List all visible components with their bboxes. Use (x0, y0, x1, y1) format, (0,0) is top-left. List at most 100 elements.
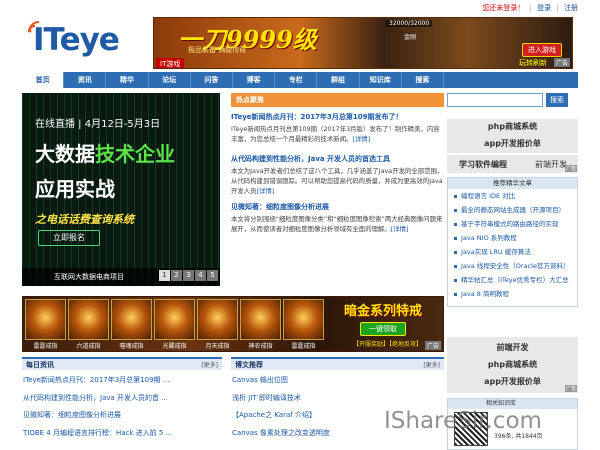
game-item-names: 雷霆戒指 六道戒指 噬魂戒指 光翼戒指 月天戒指 神农戒指 雷霆戒指 (25, 341, 324, 350)
right-ad-2[interactable]: 学习软件编程 前端开发 广告 (447, 155, 578, 173)
daily-news-title: 每日资讯 (26, 360, 54, 369)
hero-signup-button[interactable]: 立即报名 (38, 230, 100, 246)
hero-pager: 1 2 3 4 5 (159, 270, 218, 281)
hot-news-title[interactable]: 见微知著：细粒度图像分析进展 (231, 202, 444, 213)
hot-news-title[interactable]: ITeye新闻热点月刊：2017年3月总第109期发布了！ (231, 112, 444, 123)
list-item[interactable]: Java NIO 系列教程 (454, 234, 574, 243)
right-ad-3-line2: php商城系统 (487, 360, 538, 369)
hero-headline-1: 大数据技术企业 (35, 138, 175, 167)
right-ad-3-line1: 前端开发 (496, 343, 529, 352)
nav-item-qa[interactable]: 问答 (191, 72, 234, 88)
ad-label: 广告 (424, 341, 441, 350)
ad-subtitle: 极品装备 满级传奇 (188, 46, 247, 54)
recommended-link[interactable]: 精华帖汇总（ITeye优秀专栏）大汇总 (461, 276, 569, 285)
hot-news-title[interactable]: 从代码构建到性能分析，Java 开发人员的首选工具 (231, 154, 444, 165)
right-ad-1[interactable]: php商城系统 app开发报价单 (447, 119, 578, 153)
daily-news-more-link[interactable]: [更多] (201, 360, 218, 369)
recommended-link[interactable]: Java 8 简明教程 (461, 290, 509, 299)
nav-item-groups[interactable]: 群组 (317, 72, 360, 88)
list-item[interactable]: 最全的静态网站生成器（开源项目） (454, 206, 574, 215)
watermark: IShareSir.com (384, 408, 542, 434)
game-claim-button[interactable]: 一键领取 (360, 322, 406, 336)
hot-news-desc-text: ITeye新闻热点月刊总第109期（2017年3月版）发布了！制作精美，内容丰富… (231, 125, 440, 143)
not-logged-in-text: 您还未登录！ (482, 4, 525, 12)
recommended-articles: 推荐精华文章 编程语言 IDE 对比 最全的静态网站生成器（开源项目） 基于字符… (447, 177, 578, 307)
blog-more-link[interactable]: [更多] (423, 360, 440, 369)
right-column: 搜索 php商城系统 app开发报价单 学习软件编程 前端开发 广告 推荐精华文… (447, 93, 578, 307)
recommended-link[interactable]: Java实现 LRU 缓存算法 (461, 248, 531, 257)
nav-item-search[interactable]: 搜索 (402, 72, 445, 88)
recommended-link[interactable]: 基于字符串模式的路由路径的实现 (461, 220, 559, 229)
recommended-link[interactable]: Java NIO 系列教程 (461, 234, 517, 243)
list-item[interactable]: 见微知著：细粒度图像分析进展 (22, 410, 219, 420)
list-item[interactable]: ITeye新闻热点月刊：2017年3月总第109期 ... (22, 375, 219, 385)
search-button[interactable]: 搜索 (546, 93, 568, 107)
blog-recommend-header: 博文推荐 [更多] (231, 357, 444, 370)
ring-icon (25, 299, 66, 340)
nav-item-news[interactable]: 资讯 (64, 72, 107, 88)
login-link[interactable]: 登录 (537, 4, 551, 12)
hot-news-item: 从代码构建到性能分析，Java 开发人员的首选工具 本文为Java开发者们总结了… (231, 154, 444, 196)
hero-page-4[interactable]: 4 (195, 270, 206, 281)
daily-news-panel: 每日资讯 [更多] ITeye新闻热点月刊：2017年3月总第109期 ... … (22, 357, 222, 445)
hot-news-item: ITeye新闻热点月刊：2017年3月总第109期发布了！ ITeye新闻热点月… (231, 112, 444, 144)
nav-item-forum[interactable]: 论坛 (149, 72, 191, 88)
list-item[interactable]: Java 线程安全性（Oracle官方资料） (454, 262, 574, 271)
game-item-name: 雷霆戒指 (291, 343, 316, 350)
search-input[interactable] (447, 93, 543, 107)
nav-item-column[interactable]: 专栏 (275, 72, 318, 88)
game-item-name: 六道戒指 (76, 343, 101, 350)
hot-news-detail-link[interactable]: [详情] (352, 135, 370, 143)
list-item[interactable]: 从代码构建到性能分析，Java 开发人员的首 ... (22, 393, 219, 403)
list-item[interactable]: 精华帖汇总（ITeye优秀专栏）大汇总 (454, 276, 574, 285)
nav-item-knowledge[interactable]: 知识库 (360, 72, 402, 88)
list-item[interactable]: 基于字符串模式的路由路径的实现 (454, 220, 574, 229)
ring-icon (111, 299, 152, 340)
list-item[interactable]: Canvas 输出位图 (231, 375, 441, 385)
ad-enter-button[interactable]: 进入游戏 (522, 43, 562, 57)
hot-news-header: 热点聚焦 (231, 93, 444, 107)
right-ad-3-line3: app开发报价单 (484, 377, 541, 386)
hero-headline-2: 应用实战 (35, 177, 115, 201)
recommended-link[interactable]: 最全的静态网站生成器（开源项目） (461, 206, 565, 215)
hero-page-2[interactable]: 2 (171, 270, 182, 281)
recommended-link[interactable]: Java 线程安全性（Oracle官方资料） (461, 262, 569, 271)
blog-recommend-title: 博文推荐 (235, 360, 263, 369)
hero-page-3[interactable]: 3 (183, 270, 194, 281)
ad-label: 广告 (564, 165, 577, 172)
site-logo[interactable]: ITeye (25, 16, 150, 66)
hero-headline-white: 大数据 (35, 142, 95, 166)
register-link[interactable]: 注册 (564, 4, 578, 12)
hot-news-desc: 本文将分别围绕“细粒度图像分类”和“细粒度图像检索”两大经典图像问题来展开，从而… (231, 214, 444, 234)
ring-icon (283, 299, 324, 340)
hot-news-detail-link[interactable]: [详情] (391, 225, 409, 233)
right-ad-3[interactable]: 前端开发 php商城系统 app开发报价单 广告 (447, 337, 578, 393)
recommended-link[interactable]: 编程语言 IDE 对比 (461, 192, 515, 201)
ring-icon (240, 299, 281, 340)
nav-item-home[interactable]: 首页 (22, 72, 65, 88)
game-item-name: 雷霆戒指 (33, 343, 58, 350)
list-item[interactable]: Java实现 LRU 缓存算法 (454, 248, 574, 257)
game-ad-banner[interactable]: 雷霆戒指 六道戒指 噬魂戒指 光翼戒指 月天戒指 神农戒指 雷霆戒指 暗金系列特… (22, 296, 444, 352)
nav-item-featured[interactable]: 精华 (106, 72, 149, 88)
nav-item-blog[interactable]: 博客 (233, 72, 276, 88)
game-item-icons (25, 299, 324, 340)
hot-news-desc: 本文为Java开发者们总结了这八个工具，几乎涵盖了Java开发的全部范围，从代码… (231, 166, 444, 196)
hero-banner[interactable]: 在线直播 | 4月12日-5月3日 大数据技术企业 应用实战 之电话话费查询系统… (22, 93, 220, 286)
daily-news-header: 每日资讯 [更多] (22, 357, 222, 370)
hero-page-5[interactable]: 5 (207, 270, 218, 281)
hero-page-1[interactable]: 1 (159, 270, 170, 281)
ring-icon (197, 299, 238, 340)
ad-secondary-link[interactable]: 玩转刷新 (519, 58, 547, 68)
hot-news-detail-link[interactable]: [详情] (257, 187, 275, 195)
hero-headline-3: 之电话话费查询系统 (35, 213, 134, 226)
list-item[interactable]: 编程语言 IDE 对比 (454, 192, 574, 201)
top-game-ad[interactable]: 一刀9999级 32000/32000 极品装备 满级传奇 IT游戏 金刚 进入… (153, 17, 573, 69)
list-item[interactable]: TIOBE 4 月编程语言排行榜：Hack 进入前 5 ... (22, 428, 219, 438)
hot-news-desc-text: 本文将分别围绕“细粒度图像分类”和“细粒度图像检索”两大经典图像问题来展开，从而… (231, 215, 443, 233)
game-item-name: 噬魂戒指 (119, 343, 144, 350)
list-item[interactable]: Java 8 简明教程 (454, 290, 574, 299)
list-item[interactable]: 浅析 JIT 即时编译技术 (231, 393, 441, 403)
ad-hp: 32000/32000 (386, 20, 433, 27)
ad-label: 广告 (564, 385, 577, 392)
